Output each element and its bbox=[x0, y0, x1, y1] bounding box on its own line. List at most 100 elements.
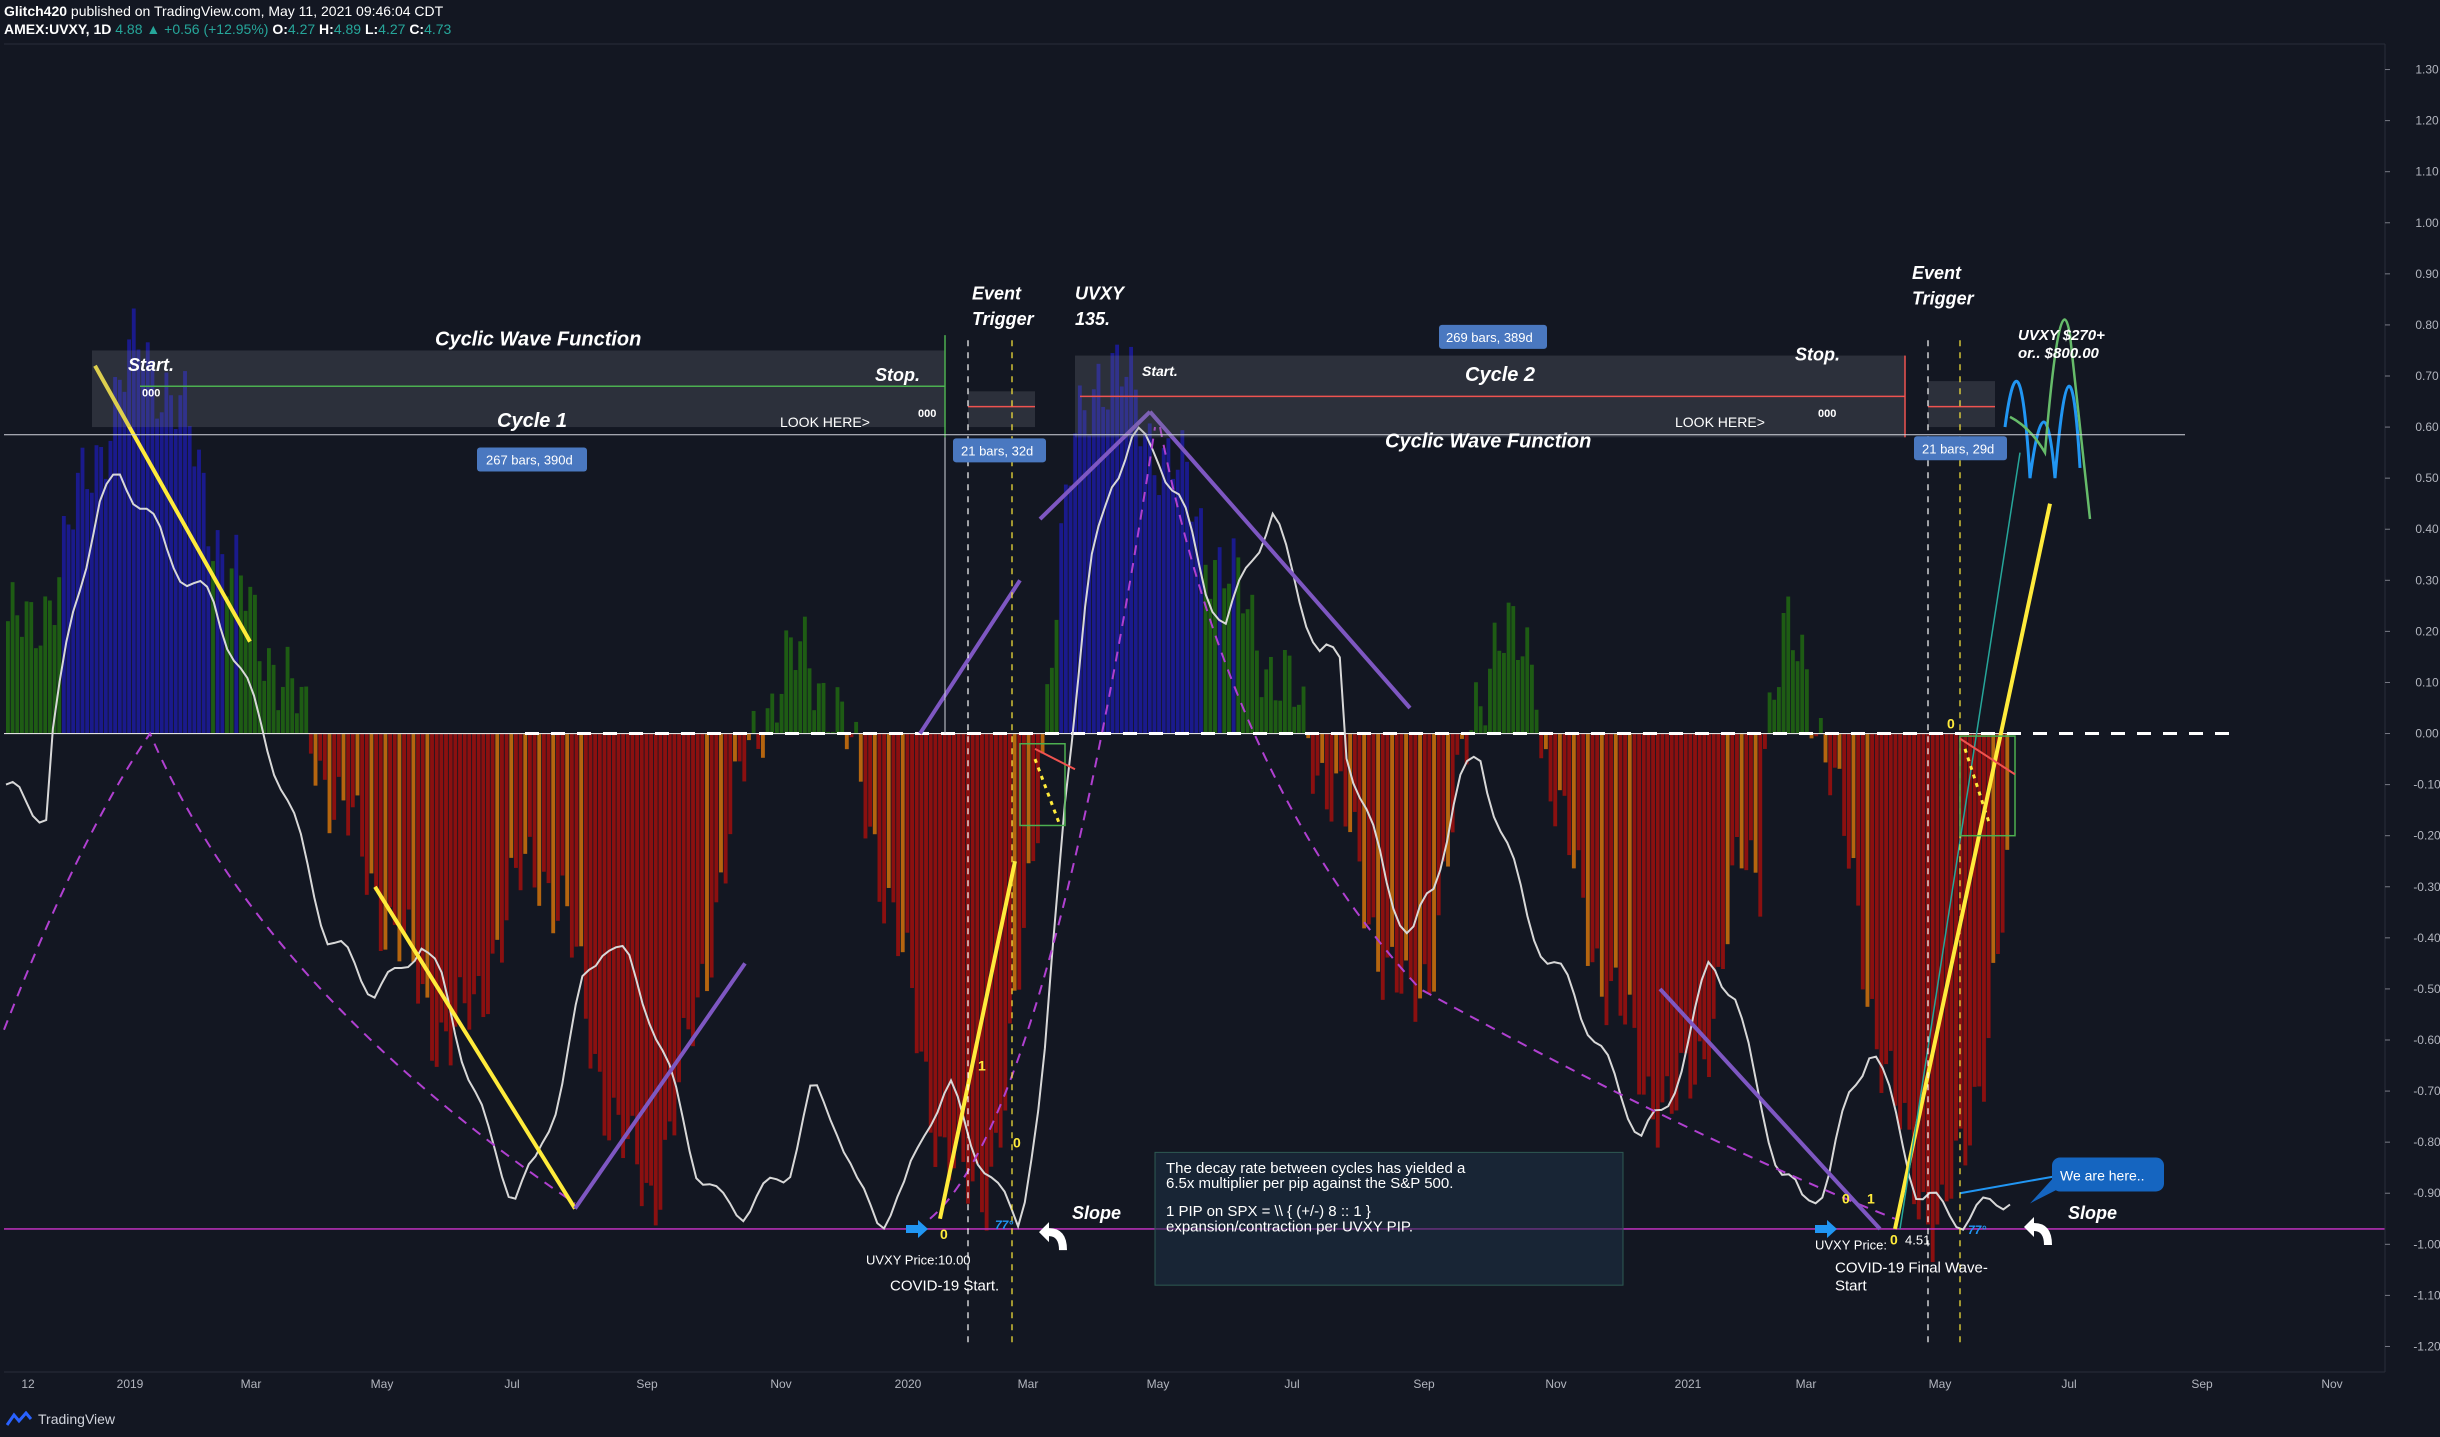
histogram-bar bbox=[1511, 606, 1516, 734]
histogram-bar bbox=[1707, 733, 1711, 1078]
symbol[interactable]: AMEX:UVXY, 1D bbox=[4, 21, 111, 37]
histogram-bar bbox=[1068, 485, 1073, 734]
histogram-bar bbox=[187, 426, 192, 734]
x-tick-label: May bbox=[1929, 1377, 1952, 1391]
label-target-l2: or.. $800.00 bbox=[2018, 345, 2100, 362]
histogram-bar bbox=[1651, 733, 1656, 1120]
label-stop2: Stop. bbox=[1795, 345, 1840, 365]
label-start2: Start. bbox=[1142, 363, 1178, 379]
histogram-bar bbox=[914, 733, 919, 1054]
histogram-bar bbox=[1832, 733, 1837, 768]
histogram-bar bbox=[900, 733, 905, 953]
y-tick-label: -0.30 bbox=[2413, 880, 2440, 894]
y-tick-label: -0.60 bbox=[2413, 1033, 2440, 1047]
histogram-bar bbox=[1436, 733, 1441, 916]
histogram-bar bbox=[989, 733, 994, 1167]
histogram-bar bbox=[1091, 389, 1096, 734]
histogram-bar bbox=[611, 733, 616, 1098]
histogram-bar bbox=[1157, 495, 1161, 734]
x-tick-label: Jul bbox=[1284, 1377, 1299, 1391]
histogram-bar bbox=[276, 710, 281, 734]
histogram-bar bbox=[719, 733, 723, 873]
label-start1: Start. bbox=[128, 355, 174, 375]
histogram-bar bbox=[1725, 733, 1730, 945]
histogram-bar bbox=[607, 733, 612, 1141]
histogram-bar bbox=[1888, 733, 1893, 1051]
histogram-bar bbox=[1432, 733, 1436, 992]
histogram-bar bbox=[1874, 733, 1879, 1050]
histogram-bar bbox=[1571, 733, 1576, 869]
label-slope2: Slope bbox=[2068, 1203, 2117, 1223]
histogram-bar bbox=[206, 546, 211, 734]
histogram-bar bbox=[1199, 508, 1203, 734]
histogram-bar bbox=[1147, 423, 1152, 734]
histogram-bar bbox=[1595, 733, 1600, 949]
histogram-bar bbox=[1823, 733, 1828, 763]
histogram-bar bbox=[1758, 733, 1763, 917]
histogram-bar bbox=[518, 733, 523, 891]
histogram-bar bbox=[737, 733, 742, 762]
histogram-bar bbox=[1674, 733, 1679, 1111]
histogram-bar bbox=[1902, 733, 1907, 1103]
histogram-bar bbox=[1968, 733, 1972, 1146]
histogram-bar bbox=[38, 645, 43, 734]
y-tick-label: 0.40 bbox=[2415, 522, 2439, 536]
histogram-bar bbox=[774, 722, 779, 734]
histogram-bar bbox=[882, 733, 887, 924]
histogram-bar bbox=[1301, 686, 1306, 734]
histogram-bar bbox=[1413, 733, 1418, 1022]
histogram-bar bbox=[1441, 733, 1446, 862]
histogram-bar bbox=[546, 733, 551, 884]
histogram-bar bbox=[1250, 594, 1255, 734]
histogram-bar bbox=[1879, 733, 1884, 1093]
last-price: 4.88 bbox=[115, 21, 143, 37]
histogram-bar bbox=[1581, 733, 1586, 898]
histogram-bar bbox=[103, 478, 108, 734]
histogram-bar bbox=[322, 733, 327, 780]
histogram-bar bbox=[714, 733, 719, 903]
histogram-bar bbox=[1404, 733, 1408, 961]
event-1-box bbox=[968, 391, 1035, 428]
y-tick-label: 1.30 bbox=[2415, 63, 2439, 77]
histogram-bar bbox=[695, 733, 700, 998]
label-cycle2: Cycle 2 bbox=[1465, 364, 1535, 386]
histogram-bar bbox=[980, 733, 984, 1213]
footer[interactable]: TradingView bbox=[6, 1408, 115, 1430]
histogram-bar bbox=[952, 733, 956, 1169]
histogram-bar bbox=[1860, 733, 1865, 990]
symbol-line: AMEX:UVXY, 1D 4.88 ▲ +0.56 (+12.95%) O:4… bbox=[4, 20, 451, 38]
histogram-bar bbox=[532, 733, 537, 888]
histogram-bar bbox=[318, 733, 323, 761]
histogram-bar bbox=[61, 515, 66, 734]
histogram-bar bbox=[89, 492, 94, 734]
open-value: 4.27 bbox=[287, 21, 316, 37]
histogram-bar bbox=[555, 733, 560, 921]
x-tick-label: Nov bbox=[770, 1377, 791, 1391]
y-tick-label: 0.90 bbox=[2415, 267, 2439, 281]
histogram-bar bbox=[807, 668, 812, 734]
histogram-bar bbox=[1767, 692, 1772, 734]
histogram-bar bbox=[760, 733, 765, 758]
histogram-bar bbox=[625, 733, 630, 1140]
label-bars-e1: 21 bars, 32d bbox=[961, 443, 1033, 458]
histogram-bar bbox=[1553, 733, 1558, 827]
histogram-bar bbox=[1474, 682, 1478, 734]
histogram-bar bbox=[854, 721, 859, 734]
histogram-chart[interactable]: 1.30 1.20 1.10 1.00 0.90 0.80 0.70 0.60 0.50 0.40… bbox=[0, 0, 2440, 1437]
histogram-bar bbox=[327, 733, 332, 834]
histogram-bar bbox=[201, 472, 206, 734]
histogram-bar bbox=[1497, 650, 1502, 734]
histogram-bar bbox=[24, 601, 29, 734]
histogram-bar bbox=[1916, 733, 1921, 1220]
histogram-bar bbox=[910, 733, 914, 988]
histogram-bar bbox=[1031, 733, 1036, 862]
histogram-bar bbox=[1045, 684, 1050, 734]
histogram-bar bbox=[579, 733, 584, 947]
histogram-bar bbox=[1702, 733, 1707, 1060]
histogram-bar bbox=[812, 710, 817, 734]
histogram-bar bbox=[1231, 538, 1236, 734]
histogram-bar bbox=[420, 733, 425, 985]
histogram-bar bbox=[588, 733, 593, 1069]
open-label: O: bbox=[272, 21, 288, 37]
histogram-bar bbox=[1492, 622, 1497, 734]
